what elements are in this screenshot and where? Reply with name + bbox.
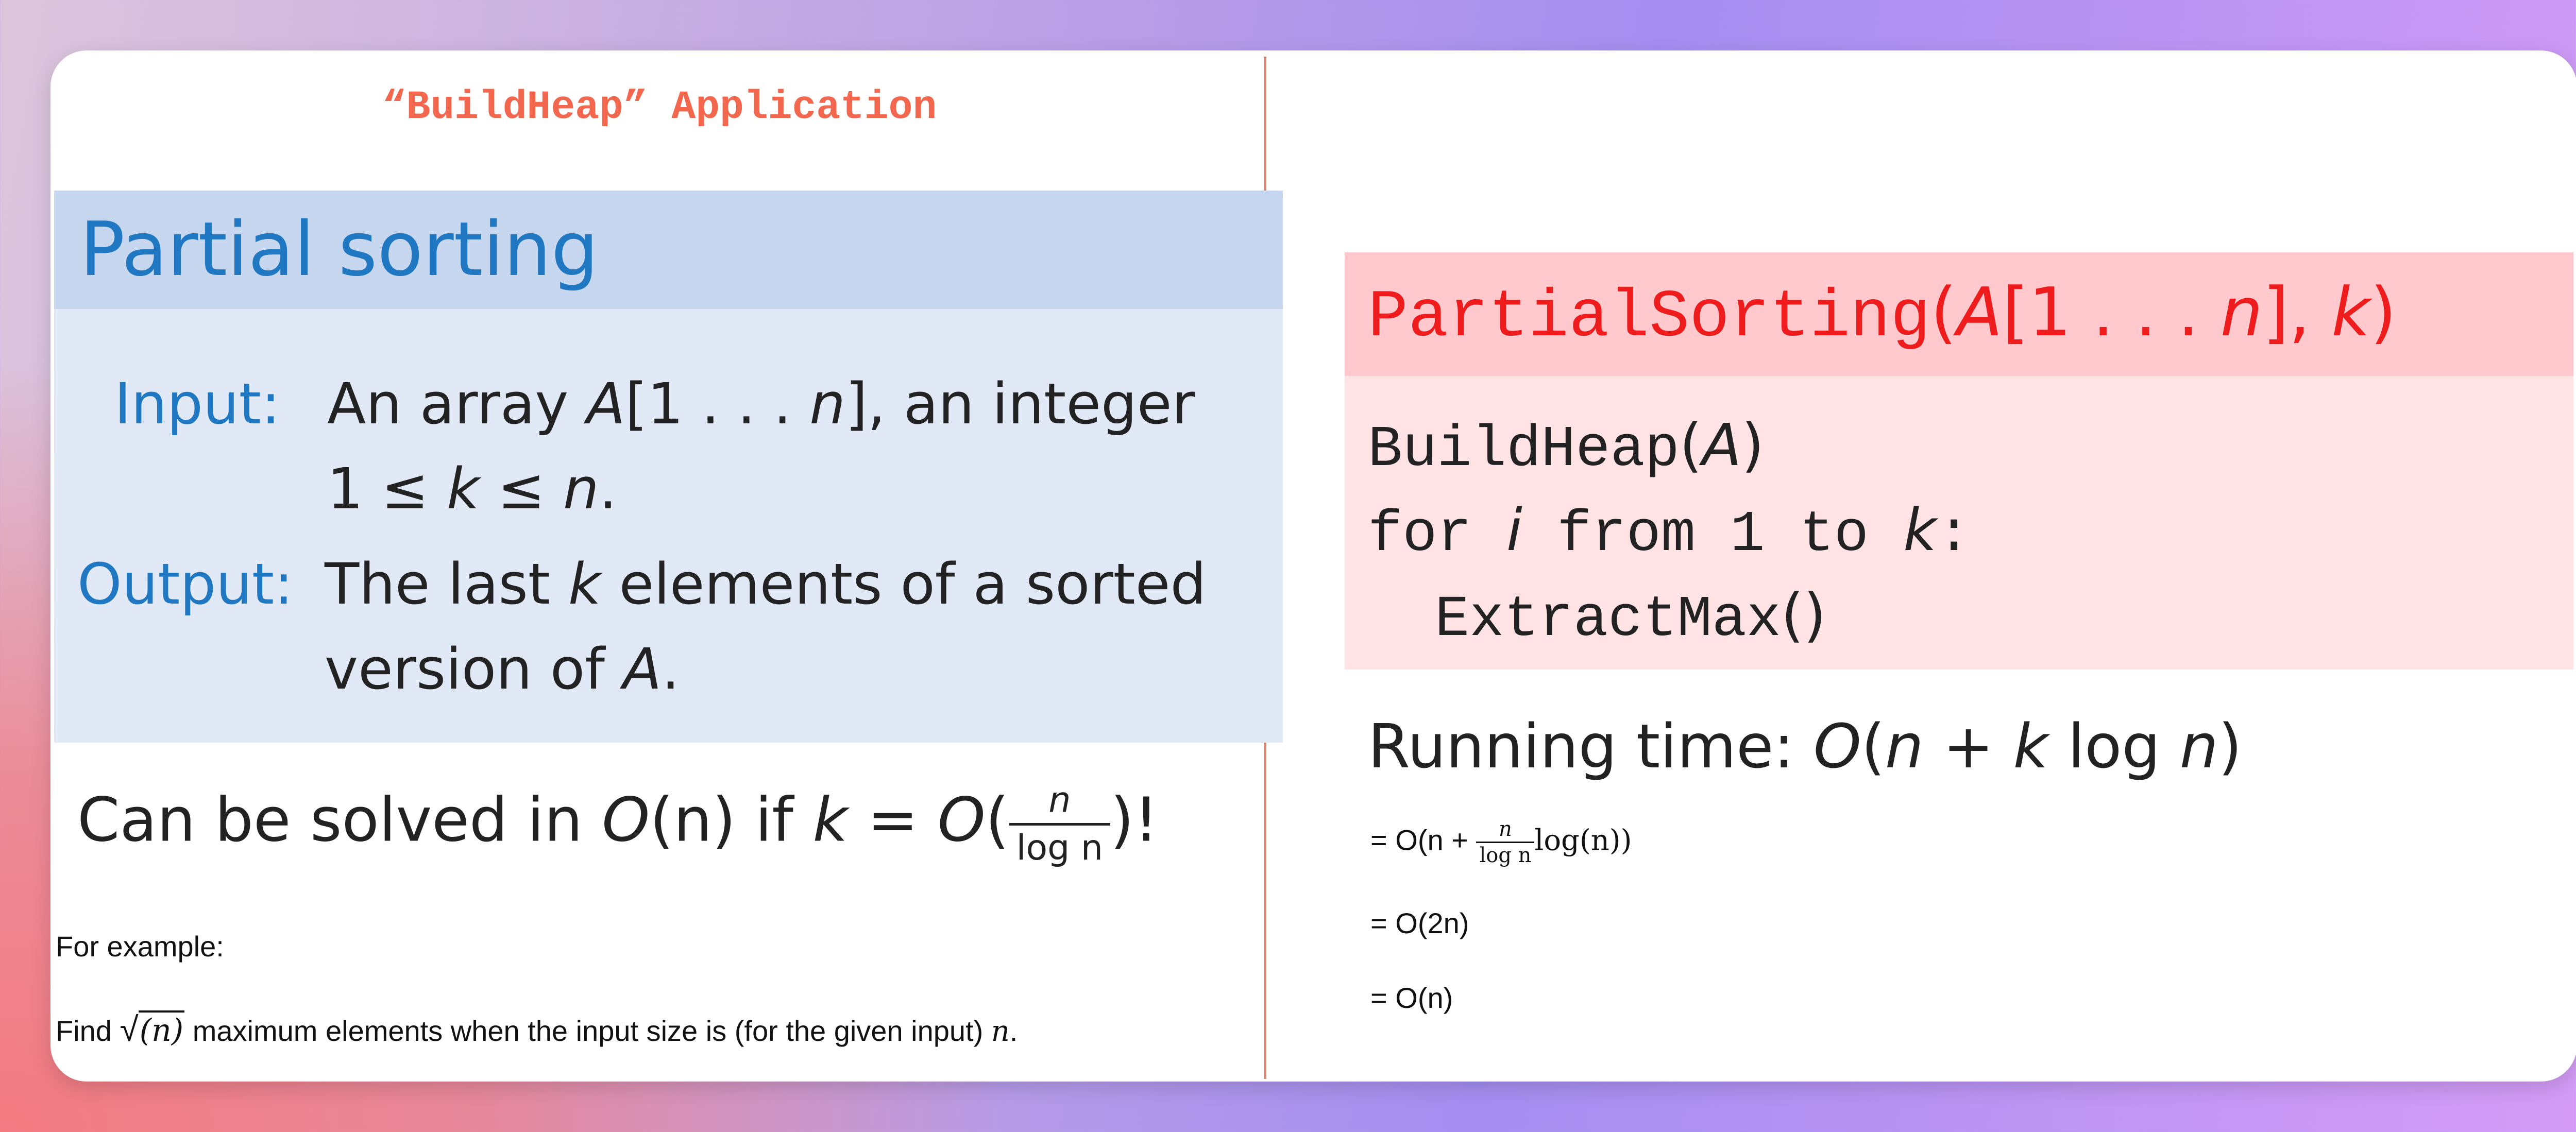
log-text: log [2048, 711, 2180, 782]
paren-close: ) [2218, 711, 2242, 782]
eq1-suffix: log(n)) [1534, 824, 1632, 857]
leq-sign: ≤ [479, 456, 563, 522]
var-k: k [568, 551, 601, 617]
paren-close: ) [1741, 412, 1764, 479]
output-text: version of [325, 636, 623, 702]
equals-sign: = [848, 784, 938, 855]
equation-step-1: = O(n + n log n log(n)) [1370, 819, 1632, 866]
var-n: n [2179, 711, 2218, 782]
arg-n: (n) [650, 784, 736, 855]
var-i: i [1506, 497, 1522, 564]
input-line-1: An array A[1 . . . n], an integer [327, 371, 1195, 437]
partial-sorting-block-header: Partial sorting [54, 191, 1283, 309]
output-label: Output: [77, 551, 294, 617]
fraction-n-over-log-n: n log n [1009, 783, 1111, 868]
big-o: O [602, 784, 650, 855]
bound-lower: 1 ≤ [327, 456, 447, 522]
var-A: A [1702, 412, 1742, 479]
eq1-prefix: = O(n + [1370, 824, 1477, 856]
solve-statement: Can be solved in O(n) if k = O(n log n)! [77, 783, 1158, 866]
range-text: [1 . . . [2002, 273, 2221, 351]
algorithm-header: PartialSorting(A[1 . . . n], k) [1345, 252, 2573, 376]
var-n: n [2220, 273, 2263, 351]
var-n: n [1885, 711, 1924, 782]
function-extractmax: ExtractMax [1435, 587, 1782, 653]
sqrt-argument: (n) [138, 1010, 185, 1049]
running-time-label: Running time: [1368, 711, 1814, 782]
sqrt-icon: √ [120, 1010, 139, 1048]
big-o: O [937, 784, 986, 855]
algorithm-title: PartialSorting(A[1 . . . n], k) [1368, 273, 2396, 356]
big-o: O [1813, 711, 1861, 782]
equation-step-2: = O(2n) [1370, 907, 1469, 939]
output-line-2: version of A. [325, 636, 680, 702]
app-title: “BuildHeap” Application [382, 85, 937, 130]
fraction-denominator: log n [1016, 828, 1104, 868]
equation-step-3: = O(n) [1370, 982, 1453, 1014]
input-line-2: 1 ≤ k ≤ n. [327, 456, 617, 522]
input-text-end: ], an integer [845, 371, 1195, 437]
solve-text: Can be solved in [77, 784, 602, 855]
example-label: For example: [56, 930, 224, 963]
find-statement: Find √(n) maximum elements when the inpu… [56, 1009, 1018, 1049]
output-text-end: elements of a sorted [601, 551, 1207, 617]
parens: () [1781, 582, 1826, 649]
period: . [1009, 1015, 1018, 1047]
var-k: k [2331, 273, 2370, 351]
block-title: Partial sorting [80, 206, 599, 293]
keyword-from-to: from 1 to [1522, 502, 1904, 568]
code-line-buildheap: BuildHeap(A) [1368, 412, 1764, 483]
paren-open: ( [1930, 273, 1957, 351]
paren-close: ) [2370, 273, 2397, 351]
var-A: A [586, 371, 625, 437]
function-buildheap: BuildHeap [1368, 417, 1680, 483]
var-A: A [622, 636, 662, 702]
find-text-end: maximum elements when the input size is … [184, 1015, 991, 1047]
period: . [662, 636, 680, 702]
output-text: The last [325, 551, 568, 617]
sqrt-expression: √(n) [120, 1009, 185, 1049]
var-k: k [447, 456, 480, 522]
var-n: n [991, 1015, 1010, 1048]
var-k: k [1903, 497, 1937, 564]
keyword-for: for [1368, 502, 1506, 568]
plus-sign: + [1923, 711, 2013, 782]
fraction-numerator: n [1009, 783, 1111, 826]
output-line-1: The last k elements of a sorted [325, 551, 1206, 617]
code-line-for: for i from 1 to k: [1368, 497, 1971, 568]
input-text: An array [327, 371, 587, 437]
solve-if: if [736, 784, 813, 855]
input-label: Input: [114, 371, 280, 437]
range-text: [1 . . . [625, 371, 810, 437]
paren-open: ( [985, 784, 1009, 855]
fraction-n-over-log-n: n log n [1476, 819, 1535, 867]
var-k: k [2013, 711, 2048, 782]
code-line-extractmax: ExtractMax() [1435, 582, 1826, 653]
paren-open: ( [1679, 412, 1702, 479]
paren-open: ( [1861, 711, 1885, 782]
var-A: A [1956, 273, 2003, 351]
fraction-denominator: log n [1479, 844, 1532, 867]
var-n: n [563, 456, 599, 522]
separator: ], [2262, 273, 2332, 351]
var-k: k [812, 784, 848, 855]
paren-close: )! [1110, 784, 1159, 855]
fraction-numerator: n [1476, 819, 1535, 843]
find-text: Find [56, 1015, 120, 1047]
algorithm-name: PartialSorting [1368, 280, 1931, 356]
period: . [599, 456, 617, 522]
running-time: Running time: O(n + k log n) [1368, 711, 2242, 782]
var-n: n [809, 371, 845, 437]
colon: : [1937, 502, 1972, 568]
